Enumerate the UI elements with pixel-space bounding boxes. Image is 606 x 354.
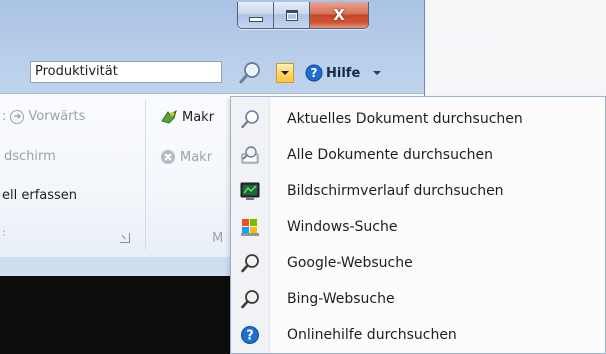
documents-search-icon [240,145,260,165]
help-button[interactable]: ? Hilfe [305,64,382,82]
menu-item-google-search[interactable]: Google-Websuche [231,246,605,280]
menu-item-all-documents[interactable]: Alle Dokumente durchsuchen [231,138,605,172]
menu-item-label: Bildschirmverlauf durchsuchen [287,183,504,199]
windows-search-icon [240,217,260,237]
menu-item-windows-search[interactable]: Windows-Suche [231,210,605,244]
maximize-icon [285,9,298,21]
macro-stop-label: Makr [180,149,213,165]
close-icon: X [333,6,345,24]
menu-item-current-document[interactable]: Aktuelles Dokument durchsuchen [231,102,605,136]
help-icon: ? [305,64,323,82]
maximize-button[interactable] [274,2,310,28]
menu-item-label: Google-Websuche [287,255,413,271]
capture-button[interactable]: ell erfassen [2,188,77,203]
macro-label: Makr [182,109,215,125]
chevron-down-icon [373,71,382,75]
close-button[interactable]: X [310,2,368,28]
group-label-macro: M [212,231,223,246]
minimize-button[interactable] [238,2,274,28]
menu-item-label: Windows-Suche [287,219,398,235]
fullscreen-button[interactable]: dschirm [4,149,56,164]
macro-record-button[interactable]: Makr [160,109,214,125]
svg-text:?: ? [246,329,254,344]
macro-icon [161,109,177,124]
menu-item-label: Bing-Websuche [287,291,395,307]
search-dropdown-button[interactable] [276,63,294,83]
magnifier-icon [240,109,260,129]
chevron-down-icon [281,71,289,75]
google-search-icon [240,253,260,273]
menu-item-label: Onlinehilfe durchsuchen [287,327,457,343]
forward-label: Vorwärts [28,109,86,124]
search-button[interactable] [232,59,268,86]
macro-stop-button[interactable]: Makr [160,149,212,165]
search-options-menu: Aktuelles Dokument durchsuchen Alle Doku… [230,96,606,354]
magnifier-icon [239,61,260,83]
search-input[interactable]: Produktivität [30,61,222,83]
bing-search-icon [240,289,260,309]
fullscreen-label: dschirm [4,149,56,164]
menu-item-screen-history[interactable]: Bildschirmverlauf durchsuchen [231,174,605,208]
help-icon: ? [240,325,260,345]
partial-glyph: : [2,109,7,124]
screen-history-icon [240,181,260,201]
menu-item-label: Alle Dokumente durchsuchen [287,147,493,163]
group-label-text: M [212,231,224,246]
dialog-launcher-icon[interactable] [120,233,130,243]
help-label: Hilfe [326,65,361,81]
forward-button[interactable]: : ➔ Vorwärts [2,109,85,124]
svg-text:?: ? [311,66,318,80]
menu-item-online-help[interactable]: ? Onlinehilfe durchsuchen [231,318,605,352]
minimize-icon [248,16,263,22]
group-label-fragment: : [2,226,6,239]
ribbon-group-separator [145,100,146,250]
stop-icon [161,150,175,164]
capture-label: ell erfassen [2,188,78,203]
menu-item-bing-search[interactable]: Bing-Websuche [231,282,605,316]
forward-arrow-icon: ➔ [10,109,25,124]
window-caption-buttons: X [237,2,369,29]
menu-item-label: Aktuelles Dokument durchsuchen [287,111,523,127]
